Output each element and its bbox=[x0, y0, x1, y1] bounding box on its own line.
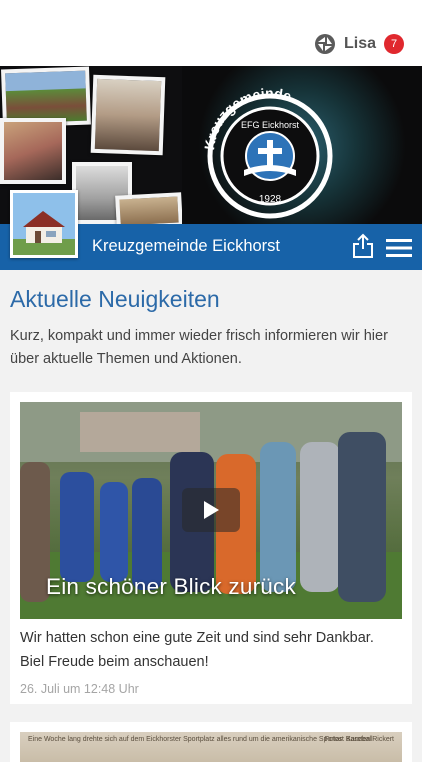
play-button[interactable] bbox=[182, 488, 240, 532]
church-seal: Kreuzgemeinde EFG Eickhorst 1928 bbox=[182, 66, 422, 224]
collage-photo-hall bbox=[90, 74, 166, 156]
share-icon[interactable] bbox=[352, 233, 374, 259]
post-date: 26. Juli um 12:48 Uhr bbox=[20, 682, 139, 696]
user-name[interactable]: Lisa bbox=[344, 35, 376, 53]
church-building-icon bbox=[13, 193, 75, 255]
section-intro: Kurz, kompakt und immer wieder frisch in… bbox=[10, 328, 388, 367]
collage-photo-table bbox=[115, 192, 183, 224]
photo-credit: Fotos: Karsten Rickert bbox=[324, 736, 394, 743]
seal-graphic: Kreuzgemeinde EFG Eickhorst 1928 bbox=[201, 85, 333, 219]
seal-year: 1928 bbox=[259, 194, 282, 205]
hamburger-menu-icon[interactable] bbox=[386, 238, 412, 258]
news-card[interactable]: Ein schöner Blick zurück Wir hatten scho… bbox=[10, 392, 412, 704]
video-title: Ein schöner Blick zurück bbox=[46, 574, 296, 599]
post-text: Wir hatten schon eine gute Zeit und sind… bbox=[20, 630, 374, 670]
article-preview-image[interactable]: Eine Woche lang drehte sich auf dem Eick… bbox=[20, 732, 402, 762]
notification-badge[interactable]: 7 bbox=[384, 34, 404, 54]
user-menu[interactable]: Lisa 7 bbox=[314, 32, 404, 56]
preview-caption: Eine Woche lang drehte sich auf dem Eick… bbox=[28, 736, 373, 743]
seal-center-text: EFG Eickhorst bbox=[241, 120, 300, 130]
play-icon bbox=[204, 501, 219, 519]
video-thumbnail[interactable]: Ein schöner Blick zurück bbox=[20, 402, 402, 619]
top-bar: Lisa 7 bbox=[0, 0, 422, 66]
church-thumbnail[interactable] bbox=[10, 190, 78, 258]
news-card[interactable]: Eine Woche lang drehte sich auf dem Eick… bbox=[10, 722, 412, 762]
spiral-logo-icon bbox=[314, 34, 335, 54]
collage-photo-people bbox=[0, 118, 66, 184]
section-heading: Aktuelle Neuigkeiten bbox=[10, 286, 220, 312]
site-title[interactable]: Kreuzgemeinde Eickhorst bbox=[92, 237, 280, 256]
